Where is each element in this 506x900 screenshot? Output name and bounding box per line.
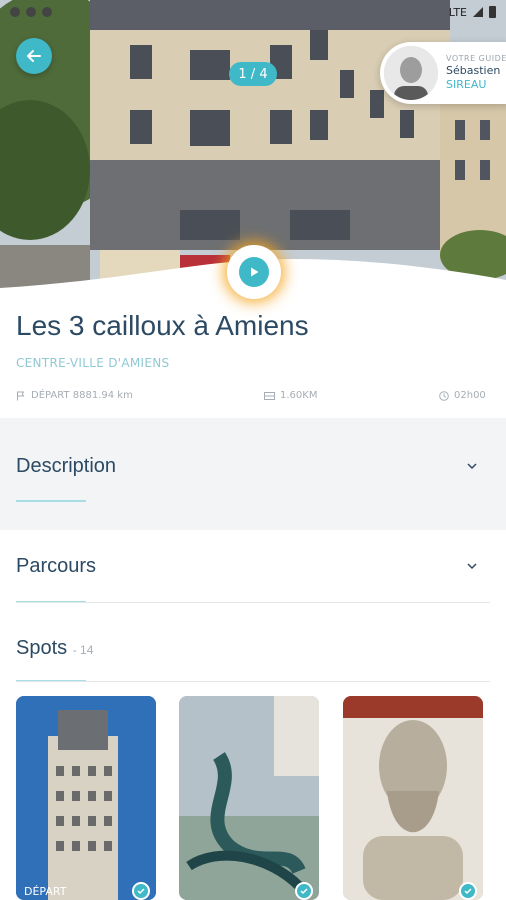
duration-info: 02h00 (439, 390, 486, 401)
guide-first-name: Sébastien (446, 64, 501, 78)
spots-title: Spots (16, 637, 68, 659)
chevron-down-icon[interactable] (466, 460, 478, 472)
section-divider (16, 602, 490, 603)
spot-image-sculpture (179, 696, 319, 900)
check-icon (132, 882, 150, 900)
guide-avatar (384, 46, 438, 100)
check-icon (459, 882, 477, 900)
notification-icon (42, 7, 52, 17)
spot-label: DÉPART (24, 885, 67, 898)
distance-icon (264, 391, 275, 400)
image-counter: 1 / 4 (229, 62, 277, 86)
spot-image-statue (343, 696, 483, 900)
flag-icon (17, 391, 25, 400)
spot-image-tower (16, 696, 156, 900)
play-button[interactable] (227, 245, 281, 299)
parcours-heading[interactable]: Parcours (16, 555, 96, 578)
back-button[interactable] (16, 38, 52, 74)
spot-card[interactable]: DÉPART (16, 696, 156, 900)
tour-title: Les 3 cailloux à Amiens (16, 310, 309, 341)
departure-info: DÉPART 8881.94 km (16, 390, 133, 401)
tour-duration: 02h00 (454, 390, 486, 401)
back-arrow-icon (27, 50, 41, 62)
spots-count: - 14 (72, 643, 94, 657)
signal-icon (473, 7, 483, 17)
guide-last-name: SIREAU (446, 78, 487, 91)
guide-card[interactable]: VOTRE GUIDE Sébastien SIREAU (380, 42, 506, 104)
notification-icon (10, 7, 20, 17)
play-icon (251, 267, 259, 277)
notification-icon (26, 7, 36, 17)
section-divider (16, 681, 490, 682)
departure-distance: DÉPART 8881.94 km (31, 390, 133, 401)
network-label: LTE (448, 5, 467, 19)
status-bar: LTE (0, 0, 506, 24)
tour-meta: DÉPART 8881.94 km 1.60KM 02h00 (16, 390, 490, 406)
distance-info: 1.60KM (264, 390, 317, 401)
battery-icon (489, 6, 496, 18)
tour-location: CENTRE-VILLE D'AMIENS (16, 356, 170, 370)
clock-icon (439, 390, 449, 401)
spot-card[interactable] (179, 696, 319, 900)
guide-caption: VOTRE GUIDE (446, 54, 506, 64)
check-icon (295, 882, 313, 900)
spot-card[interactable] (343, 696, 483, 900)
tour-distance: 1.60KM (280, 390, 318, 401)
description-heading[interactable]: Description (16, 455, 116, 478)
description-underline (16, 500, 86, 502)
spots-heading: Spots - 14 (16, 637, 93, 660)
chevron-down-icon[interactable] (466, 560, 478, 572)
